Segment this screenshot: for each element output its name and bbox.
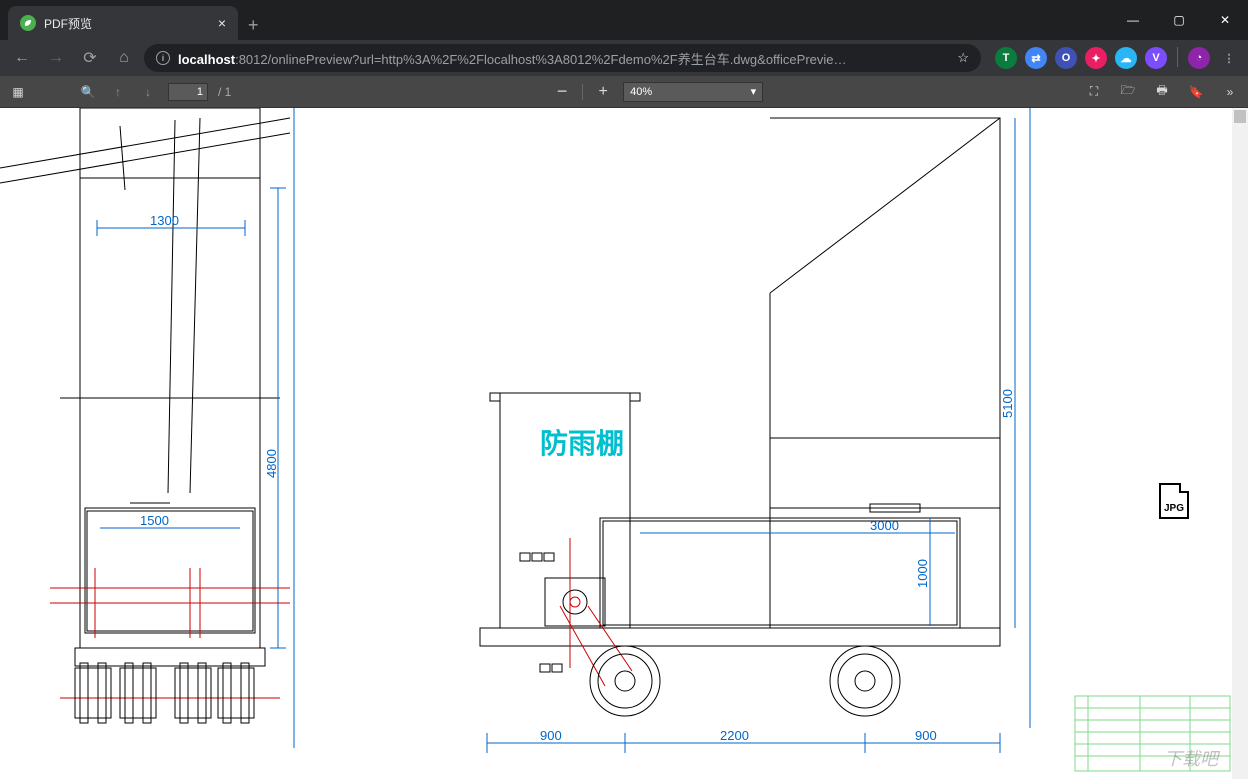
- rain-shelter-label: 防雨棚: [540, 428, 624, 459]
- presentation-button[interactable]: ⛶: [1084, 82, 1104, 102]
- zoom-in-button[interactable]: +: [593, 82, 613, 102]
- page-count: / 1: [218, 85, 231, 99]
- minimize-button[interactable]: —: [1110, 0, 1156, 40]
- tab-title: PDF预览: [44, 15, 210, 32]
- browser-addressbar: ← → ⟳ ⌂ i localhost:8012/onlinePreview?u…: [0, 40, 1248, 76]
- window-controls: — ▢ ✕: [1110, 0, 1248, 40]
- ext-translate-icon[interactable]: ⇄: [1025, 47, 1047, 69]
- browser-titlebar: PDF预览 × + — ▢ ✕: [0, 0, 1248, 40]
- ext-t-icon[interactable]: T: [995, 47, 1017, 69]
- home-button[interactable]: ⌂: [110, 44, 138, 72]
- new-tab-button[interactable]: +: [248, 15, 259, 36]
- dim-2200: 2200: [720, 728, 749, 743]
- dim-1500: 1500: [140, 513, 169, 528]
- open-file-button[interactable]: 🗁: [1118, 82, 1138, 102]
- page-up-button[interactable]: ↑: [108, 82, 128, 102]
- pdf-toolbar: ▦ 🔍 ↑ ↓ / 1 − + 40% ▾ ⛶ 🗁 🖶 🔖 »: [0, 76, 1248, 108]
- vertical-scrollbar[interactable]: [1232, 108, 1248, 779]
- more-button[interactable]: »: [1220, 82, 1240, 102]
- pdf-viewer[interactable]: 1300 4800 1500: [0, 108, 1248, 779]
- chevron-down-icon: ▾: [751, 85, 757, 98]
- back-button[interactable]: ←: [8, 44, 36, 72]
- cad-drawing: 1300 4800 1500: [0, 108, 1248, 779]
- info-icon[interactable]: i: [156, 51, 170, 65]
- zoom-select[interactable]: 40% ▾: [623, 82, 763, 102]
- sidebar-toggle-button[interactable]: ▦: [8, 82, 28, 102]
- jpg-file-icon: JPG: [1155, 483, 1193, 527]
- find-button[interactable]: 🔍: [78, 82, 98, 102]
- print-button[interactable]: 🖶: [1152, 82, 1172, 102]
- scroll-thumb[interactable]: [1234, 110, 1246, 123]
- ext-cloud-icon[interactable]: ☁: [1115, 47, 1137, 69]
- dim-1000: 1000: [915, 559, 930, 588]
- close-icon[interactable]: ×: [218, 15, 226, 31]
- ext-v-icon[interactable]: V: [1145, 47, 1167, 69]
- reload-button[interactable]: ⟳: [76, 44, 104, 72]
- avatar-icon[interactable]: ◔: [1188, 47, 1210, 69]
- bookmark-button[interactable]: 🔖: [1186, 82, 1206, 102]
- dim-1300: 1300: [150, 213, 179, 228]
- url-input[interactable]: i localhost:8012/onlinePreview?url=http%…: [144, 44, 981, 72]
- divider: [1177, 47, 1178, 67]
- zoom-value: 40%: [630, 86, 652, 98]
- close-window-button[interactable]: ✕: [1202, 0, 1248, 40]
- url-host: localhost:8012/onlinePreview?url=http%3A…: [178, 49, 847, 68]
- maximize-button[interactable]: ▢: [1156, 0, 1202, 40]
- browser-tab[interactable]: PDF预览 ×: [8, 6, 238, 40]
- forward-button[interactable]: →: [42, 44, 70, 72]
- page-input[interactable]: [168, 83, 208, 101]
- watermark: 下载吧: [1164, 745, 1218, 771]
- dim-3000: 3000: [870, 518, 899, 533]
- dim-900a: 900: [540, 728, 562, 743]
- dim-900b: 900: [915, 728, 937, 743]
- page-down-button[interactable]: ↓: [138, 82, 158, 102]
- star-icon[interactable]: ☆: [957, 50, 969, 66]
- zoom-out-button[interactable]: −: [552, 82, 572, 102]
- ext-o-icon[interactable]: O: [1055, 47, 1077, 69]
- leaf-icon: [20, 15, 36, 31]
- extension-icons: T ⇄ O ✦ ☁ V ◔ ⋮: [995, 47, 1240, 69]
- dim-4800: 4800: [264, 449, 279, 478]
- menu-icon[interactable]: ⋮: [1218, 47, 1240, 69]
- ext-a-icon[interactable]: ✦: [1085, 47, 1107, 69]
- dim-5100: 5100: [1000, 389, 1015, 418]
